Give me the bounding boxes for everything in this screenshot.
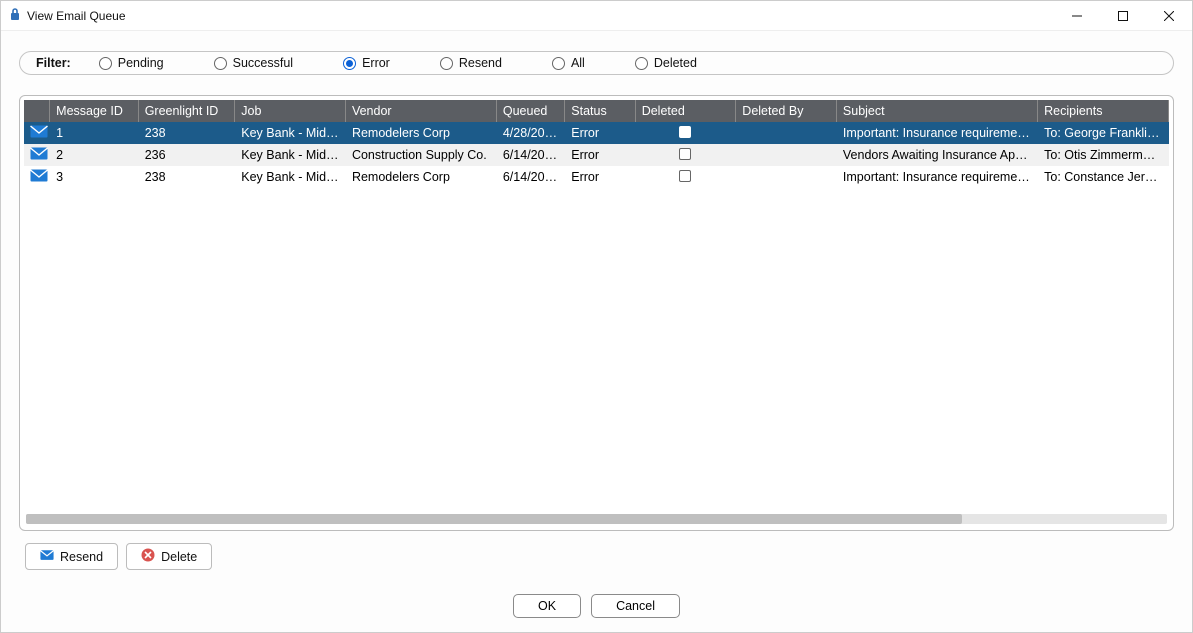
mail-icon (30, 147, 48, 160)
cell-greenlight-id: 238 (139, 122, 236, 144)
delete-label: Delete (161, 550, 197, 564)
cell-deleted-by (736, 166, 837, 188)
filter-pending-label: Pending (118, 56, 164, 70)
deleted-checkbox[interactable] (679, 148, 691, 160)
titlebar: View Email Queue (1, 1, 1192, 31)
cell-status: Error (565, 122, 635, 144)
cell-vendor: Remodelers Corp (346, 166, 497, 188)
col-job[interactable]: Job (235, 100, 346, 122)
cell-deleted (636, 144, 737, 166)
cell-job: Key Bank - Midland (235, 122, 346, 144)
mail-icon (40, 548, 54, 565)
col-icon[interactable] (24, 100, 50, 122)
filter-resend-label: Resend (459, 56, 502, 70)
cell-queued: 6/14/2023... (497, 144, 565, 166)
cell-message-id: 1 (50, 122, 139, 144)
table-row[interactable]: 3238Key Bank - MidlandRemodelers Corp6/1… (24, 166, 1169, 188)
deleted-checkbox[interactable] (679, 126, 691, 138)
window-title: View Email Queue (27, 9, 126, 23)
cell-greenlight-id: 238 (139, 166, 236, 188)
filter-deleted[interactable]: Deleted (635, 56, 697, 70)
delete-icon (141, 548, 155, 565)
cell-queued: 6/14/2023... (497, 166, 565, 188)
minimize-button[interactable] (1054, 1, 1100, 31)
maximize-button[interactable] (1100, 1, 1146, 31)
col-deleted[interactable]: Deleted (636, 100, 737, 122)
resend-label: Resend (60, 550, 103, 564)
table-row[interactable]: 1238Key Bank - MidlandRemodelers Corp4/2… (24, 122, 1169, 144)
cell-deleted (636, 166, 737, 188)
filter-successful-label: Successful (233, 56, 293, 70)
cell-icon (24, 144, 50, 166)
close-button[interactable] (1146, 1, 1192, 31)
email-grid[interactable]: Message ID Greenlight ID Job Vendor Queu… (24, 100, 1169, 508)
resend-button[interactable]: Resend (25, 543, 118, 570)
col-status[interactable]: Status (565, 100, 635, 122)
cell-vendor: Remodelers Corp (346, 122, 497, 144)
cell-job: Key Bank - Midland (235, 144, 346, 166)
cell-icon (24, 166, 50, 188)
cell-status: Error (565, 166, 635, 188)
filter-successful[interactable]: Successful (214, 56, 293, 70)
cell-queued: 4/28/2023... (497, 122, 565, 144)
col-deleted-by[interactable]: Deleted By (736, 100, 837, 122)
col-subject[interactable]: Subject (837, 100, 1038, 122)
cell-greenlight-id: 236 (139, 144, 236, 166)
filter-deleted-label: Deleted (654, 56, 697, 70)
action-row: Resend Delete (19, 531, 1174, 576)
lock-icon (9, 7, 21, 24)
col-greenlight-id[interactable]: Greenlight ID (139, 100, 236, 122)
col-message-id[interactable]: Message ID (50, 100, 139, 122)
mail-icon (30, 169, 48, 182)
cell-recipients: To: Otis Zimmerman, pV (1038, 144, 1169, 166)
dialog-buttons: OK Cancel (1, 584, 1192, 632)
grid-container: Message ID Greenlight ID Job Vendor Queu… (19, 95, 1174, 531)
horizontal-scrollbar[interactable] (26, 514, 1167, 524)
ok-button[interactable]: OK (513, 594, 581, 618)
cell-message-id: 2 (50, 144, 139, 166)
delete-button[interactable]: Delete (126, 543, 212, 570)
col-recipients[interactable]: Recipients (1038, 100, 1169, 122)
col-queued[interactable]: Queued (497, 100, 565, 122)
cell-subject: Important: Insurance requirements for o.… (837, 122, 1038, 144)
cell-icon (24, 122, 50, 144)
cell-deleted (636, 122, 737, 144)
filter-resend[interactable]: Resend (440, 56, 502, 70)
cell-recipients: To: Constance Jerome, (1038, 166, 1169, 188)
filter-label: Filter: (36, 56, 71, 70)
cell-vendor: Construction Supply Co. (346, 144, 497, 166)
cell-subject: Important: Insurance requirements for o.… (837, 166, 1038, 188)
col-vendor[interactable]: Vendor (346, 100, 497, 122)
filter-all-label: All (571, 56, 585, 70)
filter-error[interactable]: Error (343, 56, 390, 70)
filter-bar: Filter: Pending Successful Error Resend … (19, 51, 1174, 75)
filter-error-label: Error (362, 56, 390, 70)
filter-pending[interactable]: Pending (99, 56, 164, 70)
cell-recipients: To: George Franklin, Ja (1038, 122, 1169, 144)
table-row[interactable]: 2236Key Bank - MidlandConstruction Suppl… (24, 144, 1169, 166)
email-queue-window: View Email Queue Filter: Pending Success… (0, 0, 1193, 633)
header-row: Message ID Greenlight ID Job Vendor Queu… (24, 100, 1169, 122)
cell-deleted-by (736, 144, 837, 166)
cancel-button[interactable]: Cancel (591, 594, 680, 618)
deleted-checkbox[interactable] (679, 170, 691, 182)
cell-status: Error (565, 144, 635, 166)
cell-subject: Vendors Awaiting Insurance Approval (837, 144, 1038, 166)
cell-deleted-by (736, 122, 837, 144)
cell-job: Key Bank - Midland (235, 166, 346, 188)
cell-message-id: 3 (50, 166, 139, 188)
mail-icon (30, 125, 48, 138)
filter-all[interactable]: All (552, 56, 585, 70)
